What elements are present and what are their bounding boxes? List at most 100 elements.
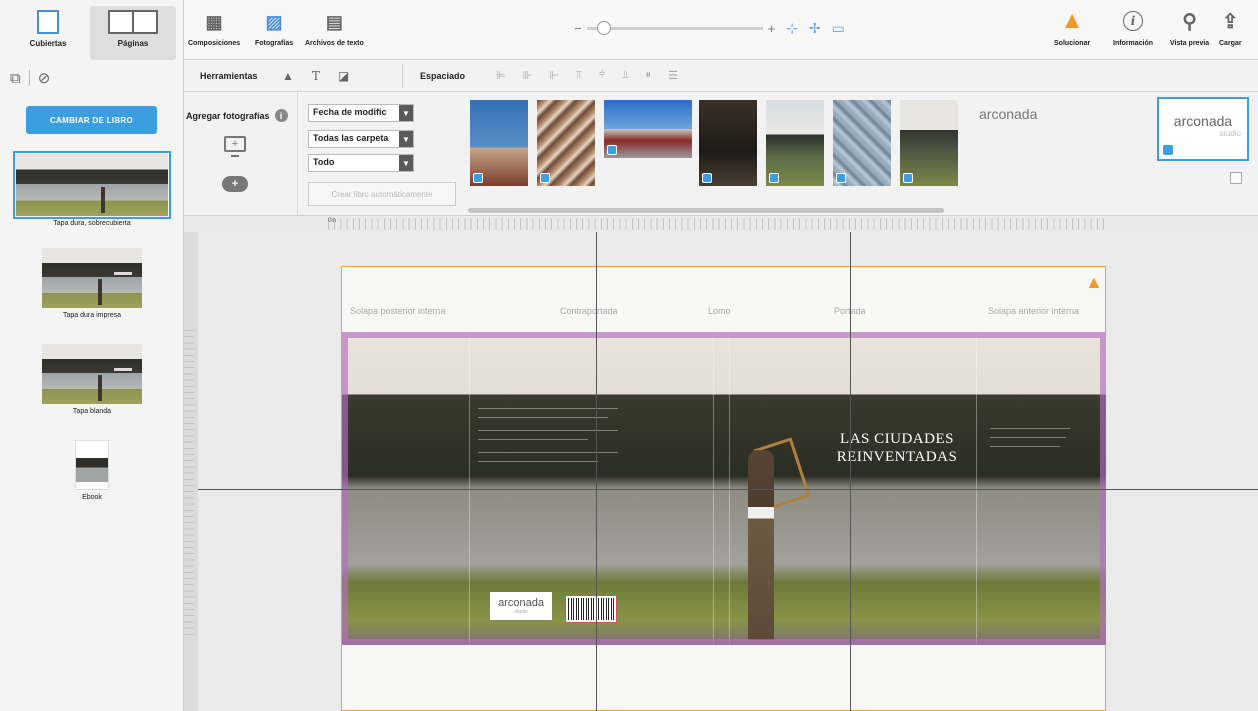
cargar-button[interactable]: ⇪ Cargar (1219, 8, 1242, 48)
cover-item-tapa-blanda[interactable]: Tapa blanda (0, 344, 184, 415)
cloud-upload-icon[interactable]: + (222, 176, 248, 192)
fit-page-icon[interactable]: ✢ (809, 20, 821, 37)
sort-select[interactable]: Fecha de modific ▼ (308, 104, 414, 122)
vista-previa-button[interactable]: ⚲ Vista previa (1170, 8, 1210, 48)
layout-grid-icon: ▦ (205, 11, 223, 32)
align-left-icon[interactable]: ⊫ (496, 69, 506, 82)
guide-line[interactable] (850, 232, 851, 711)
top-toolbar: ▦ Composiciones ▨ Fotografías ▤ Archivos… (184, 0, 1258, 60)
text-tool-icon[interactable]: T (312, 69, 320, 83)
guide-line[interactable] (596, 232, 597, 711)
align-center-icon[interactable]: ⊪ (523, 69, 533, 82)
cover-label: Tapa dura impresa (63, 312, 121, 319)
align-right-icon[interactable]: ⊩ (549, 69, 559, 82)
align-middle-icon[interactable]: ⫩ (599, 69, 605, 82)
guide-line[interactable] (198, 489, 1258, 490)
section-label-back-cover: Contraportada (560, 306, 618, 316)
section-label-back-flap: Solapa posterior interna (350, 306, 446, 316)
sort-select-value: Fecha de modific (313, 107, 387, 117)
computer-upload-icon[interactable]: + (224, 136, 246, 157)
photo-thumbnail[interactable] (833, 100, 891, 186)
person-figure (748, 450, 774, 640)
align-top-icon[interactable]: ⫪ (576, 69, 582, 82)
photo-thumbnail[interactable] (900, 100, 958, 186)
distribute-horizontal-icon[interactable]: ⏸ (646, 69, 651, 82)
tools-row: Herramientas ▲ T ◪ Espaciado ⊫ ⊪ ⊩ ⫪ ⫩ ⫫… (184, 60, 1258, 92)
back-cover-text-block[interactable] (478, 408, 628, 466)
check-icon (769, 173, 779, 183)
info-icon[interactable]: i (274, 109, 288, 122)
spread-pages-icon (108, 10, 158, 34)
shape-tool-icon[interactable]: ◪ (338, 69, 349, 83)
cover-thumbnail (13, 151, 171, 219)
text-asset-thumbnail[interactable]: arconada (979, 106, 1037, 122)
duplicate-icon[interactable]: ⧉ (10, 70, 21, 87)
image-icon: ▨ (265, 11, 283, 32)
herramientas-label: Herramientas (200, 70, 258, 81)
flap-quote-block[interactable] (990, 428, 1080, 451)
zoom-control: − + ⊹ ✢ ▭ (574, 20, 845, 37)
type-select[interactable]: Todo ▼ (308, 154, 414, 172)
type-select-value: Todo (313, 157, 335, 167)
photo-thumbnail[interactable] (766, 100, 824, 186)
cover-title[interactable]: LAS CIUDADES REINVENTADAS (822, 430, 972, 466)
zoom-in-button[interactable]: + (768, 21, 776, 36)
tab-cubiertas[interactable]: Cubiertas (5, 6, 91, 60)
photo-thumbnail[interactable] (470, 100, 528, 186)
photo-thumbnail[interactable] (604, 100, 692, 158)
zoom-slider[interactable] (586, 21, 763, 35)
cover-thumbnail (75, 440, 109, 490)
expand-strip-button[interactable] (1230, 172, 1242, 184)
section-label-spine: Lomo (708, 306, 731, 316)
solucionar-button[interactable]: ▲ Solucionar (1054, 7, 1091, 47)
check-icon (540, 173, 550, 183)
photo-thumbnail[interactable] (537, 100, 595, 186)
zoom-knob[interactable] (597, 21, 612, 35)
solucionar-label: Solucionar (1054, 40, 1091, 47)
change-book-button[interactable]: CAMBIAR DE LIBRO (26, 106, 157, 134)
tab-cubiertas-label: Cubiertas (29, 39, 67, 48)
logo-sub-text: studio (1219, 129, 1241, 138)
cover-thumbnail (42, 344, 142, 404)
warning-icon: ▲ (1060, 7, 1084, 34)
composiciones-button[interactable]: ▦ Composiciones (188, 10, 240, 48)
section-label-front-flap: Solapa anterior interna (988, 306, 1080, 316)
add-photos-label: Agregar fotografías (186, 110, 270, 121)
vista-previa-label: Vista previa (1170, 40, 1210, 47)
text-file-icon: ▤ (325, 11, 343, 32)
fotografias-button[interactable]: ▨ Fotografías (255, 10, 293, 48)
distribute-vertical-icon[interactable]: ☰ (668, 69, 678, 82)
cover-item-ebook[interactable]: Ebook (0, 440, 184, 501)
cover-logo[interactable]: arconada studio (490, 592, 552, 620)
informacion-label: Información (1113, 40, 1154, 47)
image-tool-icon[interactable]: ▲ (282, 69, 294, 83)
align-bottom-icon[interactable]: ⫫ (622, 69, 628, 82)
espaciado-label: Espaciado (420, 70, 466, 81)
fit-width-icon[interactable]: ⊹ (786, 20, 798, 37)
barcode[interactable] (565, 595, 617, 623)
archivos-texto-button[interactable]: ▤ Archivos de texto (305, 10, 364, 48)
strip-scrollbar[interactable] (468, 208, 944, 213)
folder-select-value: Todas las carpeta (313, 133, 389, 143)
archivos-label: Archivos de texto (305, 40, 364, 47)
check-icon (473, 173, 483, 183)
warning-icon[interactable]: ▲ (1085, 272, 1103, 293)
folder-select[interactable]: Todas las carpeta ▼ (308, 130, 414, 148)
check-icon (607, 145, 617, 155)
photo-thumbnail[interactable] (699, 100, 757, 186)
zoom-out-button[interactable]: − (574, 21, 582, 36)
logo-thumbnail[interactable]: arconada studio (1157, 97, 1249, 161)
cover-item-sobrecubierta[interactable]: Tapa dura, sobrecubierta (0, 151, 184, 227)
cover-item-tapa-dura[interactable]: Tapa dura impresa (0, 248, 184, 319)
auto-create-button[interactable]: Crear libro automáticamente (308, 182, 456, 206)
tab-paginas[interactable]: Páginas (90, 6, 176, 60)
spread-view-icon[interactable]: ▭ (832, 20, 845, 37)
add-photos: Agregar fotografías i (186, 109, 288, 122)
check-icon (702, 173, 712, 183)
check-icon (903, 173, 913, 183)
cover-label: Tapa blanda (72, 408, 112, 415)
search-icon: ⚲ (1182, 10, 1197, 33)
informacion-button[interactable]: i Información (1113, 8, 1153, 47)
link-icon[interactable]: ⊘ (38, 69, 51, 87)
ruler-unit: 0in (328, 218, 337, 224)
